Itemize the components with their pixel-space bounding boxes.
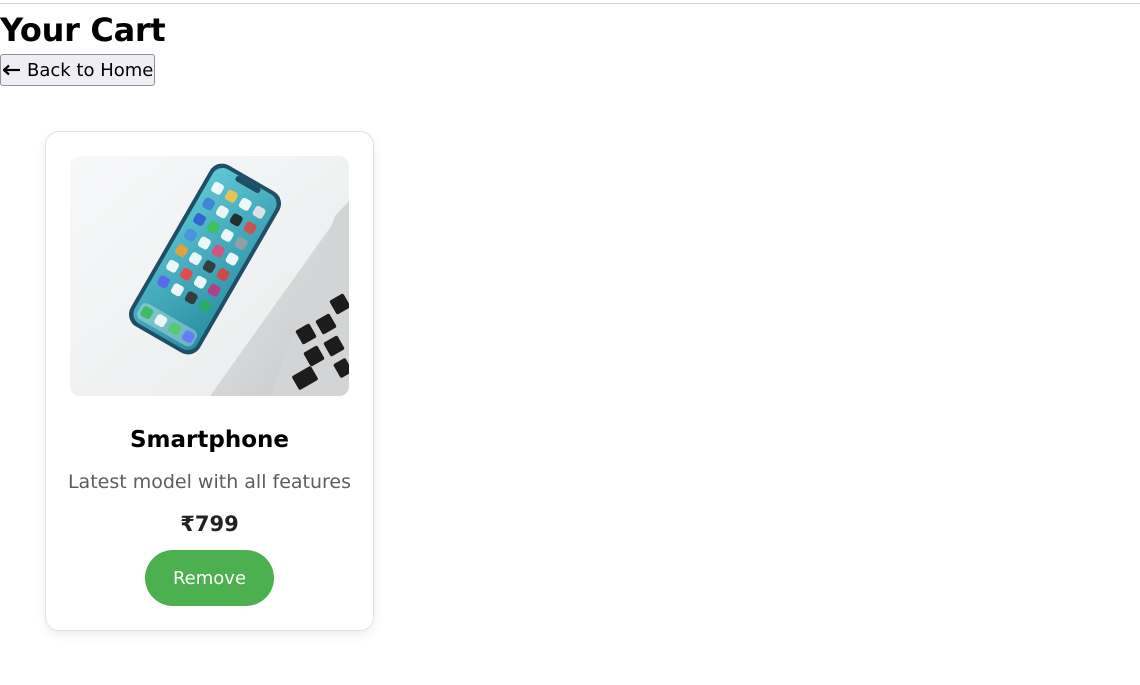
- remove-button[interactable]: Remove: [145, 550, 274, 606]
- smartphone-photo: [70, 156, 349, 396]
- product-description: Latest model with all features: [67, 471, 352, 493]
- top-divider: [0, 3, 1140, 4]
- product-name: Smartphone: [129, 427, 289, 453]
- arrow-left-icon: [3, 64, 21, 76]
- back-to-home-button[interactable]: Back to Home: [0, 54, 155, 86]
- back-button-label: Back to Home: [27, 59, 154, 81]
- page-title: Your Cart: [0, 11, 166, 49]
- cart-item-card: Smartphone Latest model with all feature…: [45, 131, 374, 631]
- product-price: ₹799: [180, 512, 239, 536]
- product-image: [70, 156, 349, 396]
